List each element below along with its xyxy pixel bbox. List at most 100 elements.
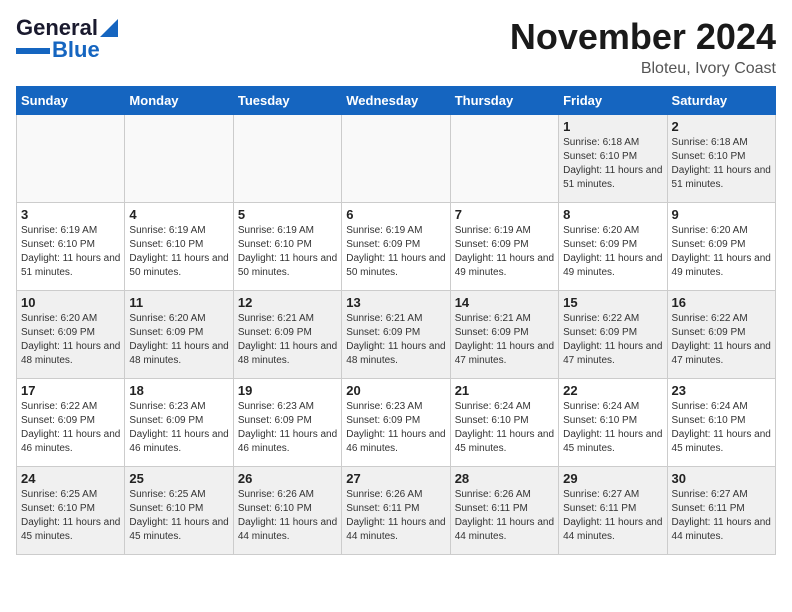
logo-blue-bar xyxy=(16,48,50,54)
header: General Blue November 2024 Bloteu, Ivory… xyxy=(16,16,776,78)
calendar-week-row: 24 Sunrise: 6:25 AM Sunset: 6:10 PM Dayli… xyxy=(17,467,776,555)
table-row: 19 Sunrise: 6:23 AM Sunset: 6:09 PM Dayli… xyxy=(233,379,341,467)
day-number: 22 xyxy=(563,383,662,398)
day-info: Sunrise: 6:19 AM Sunset: 6:10 PM Dayligh… xyxy=(21,224,120,280)
day-info: Sunrise: 6:24 AM Sunset: 6:10 PM Dayligh… xyxy=(672,400,771,456)
header-friday: Friday xyxy=(559,87,667,115)
table-row: 3Sunrise: 6:19 AM Sunset: 6:10 PM Daylig… xyxy=(17,203,125,291)
day-info: Sunrise: 6:23 AM Sunset: 6:09 PM Dayligh… xyxy=(129,400,228,456)
day-number: 19 xyxy=(238,383,337,398)
table-row: 15Sunrise: 6:22 AM Sunset: 6:09 PM Dayli… xyxy=(559,291,667,379)
table-row: 8 Sunrise: 6:20 AM Sunset: 6:09 PM Daylig… xyxy=(559,203,667,291)
day-info: Sunrise: 6:18 AM Sunset: 6:10 PM Dayligh… xyxy=(672,136,771,192)
day-info: Sunrise: 6:27 AM Sunset: 6:11 PM Dayligh… xyxy=(672,488,771,544)
day-number: 24 xyxy=(21,471,120,486)
calendar-title: November 2024 xyxy=(510,16,776,58)
day-number: 27 xyxy=(346,471,445,486)
day-info: Sunrise: 6:19 AM Sunset: 6:10 PM Dayligh… xyxy=(129,224,228,280)
table-row: 4Sunrise: 6:19 AM Sunset: 6:10 PM Daylig… xyxy=(125,203,233,291)
day-number: 9 xyxy=(672,207,771,222)
day-info: Sunrise: 6:26 AM Sunset: 6:10 PM Dayligh… xyxy=(238,488,337,544)
day-info: Sunrise: 6:19 AM Sunset: 6:09 PM Dayligh… xyxy=(346,224,445,280)
day-number: 20 xyxy=(346,383,445,398)
logo: General Blue xyxy=(16,16,118,62)
day-info: Sunrise: 6:20 AM Sunset: 6:09 PM Dayligh… xyxy=(21,312,120,368)
calendar-week-row: 3Sunrise: 6:19 AM Sunset: 6:10 PM Daylig… xyxy=(17,203,776,291)
header-wednesday: Wednesday xyxy=(342,87,450,115)
day-info: Sunrise: 6:23 AM Sunset: 6:09 PM Dayligh… xyxy=(238,400,337,456)
day-info: Sunrise: 6:20 AM Sunset: 6:09 PM Dayligh… xyxy=(129,312,228,368)
table-row xyxy=(450,115,558,203)
table-row: 11Sunrise: 6:20 AM Sunset: 6:09 PM Dayli… xyxy=(125,291,233,379)
day-info: Sunrise: 6:26 AM Sunset: 6:11 PM Dayligh… xyxy=(346,488,445,544)
title-area: November 2024 Bloteu, Ivory Coast xyxy=(510,16,776,78)
day-number: 10 xyxy=(21,295,120,310)
day-info: Sunrise: 6:25 AM Sunset: 6:10 PM Dayligh… xyxy=(21,488,120,544)
table-row: 18Sunrise: 6:23 AM Sunset: 6:09 PM Dayli… xyxy=(125,379,233,467)
table-row xyxy=(342,115,450,203)
table-row: 25 Sunrise: 6:25 AM Sunset: 6:10 PM Dayli… xyxy=(125,467,233,555)
day-info: Sunrise: 6:25 AM Sunset: 6:10 PM Dayligh… xyxy=(129,488,228,544)
table-row: 20Sunrise: 6:23 AM Sunset: 6:09 PM Dayli… xyxy=(342,379,450,467)
day-info: Sunrise: 6:24 AM Sunset: 6:10 PM Dayligh… xyxy=(563,400,662,456)
table-row: 5 Sunrise: 6:19 AM Sunset: 6:10 PM Daylig… xyxy=(233,203,341,291)
day-number: 17 xyxy=(21,383,120,398)
day-number: 14 xyxy=(455,295,554,310)
day-number: 26 xyxy=(238,471,337,486)
calendar-week-row: 10 Sunrise: 6:20 AM Sunset: 6:09 PM Dayli… xyxy=(17,291,776,379)
table-row: 10 Sunrise: 6:20 AM Sunset: 6:09 PM Dayli… xyxy=(17,291,125,379)
logo-arrow-icon xyxy=(100,15,118,37)
header-saturday: Saturday xyxy=(667,87,775,115)
day-number: 25 xyxy=(129,471,228,486)
table-row: 14 Sunrise: 6:21 AM Sunset: 6:09 PM Dayli… xyxy=(450,291,558,379)
table-row: 1 Sunrise: 6:18 AM Sunset: 6:10 PM Daylig… xyxy=(559,115,667,203)
day-info: Sunrise: 6:27 AM Sunset: 6:11 PM Dayligh… xyxy=(563,488,662,544)
day-number: 16 xyxy=(672,295,771,310)
day-info: Sunrise: 6:20 AM Sunset: 6:09 PM Dayligh… xyxy=(563,224,662,280)
day-info: Sunrise: 6:24 AM Sunset: 6:10 PM Dayligh… xyxy=(455,400,554,456)
day-number: 2 xyxy=(672,119,771,134)
weekday-header-row: Sunday Monday Tuesday Wednesday Thursday… xyxy=(17,87,776,115)
table-row xyxy=(233,115,341,203)
table-row: 6 Sunrise: 6:19 AM Sunset: 6:09 PM Daylig… xyxy=(342,203,450,291)
table-row: 12Sunrise: 6:21 AM Sunset: 6:09 PM Dayli… xyxy=(233,291,341,379)
header-sunday: Sunday xyxy=(17,87,125,115)
header-tuesday: Tuesday xyxy=(233,87,341,115)
table-row xyxy=(125,115,233,203)
table-row: 21 Sunrise: 6:24 AM Sunset: 6:10 PM Dayli… xyxy=(450,379,558,467)
day-number: 6 xyxy=(346,207,445,222)
day-info: Sunrise: 6:21 AM Sunset: 6:09 PM Dayligh… xyxy=(346,312,445,368)
day-number: 28 xyxy=(455,471,554,486)
day-number: 23 xyxy=(672,383,771,398)
day-number: 5 xyxy=(238,207,337,222)
day-info: Sunrise: 6:21 AM Sunset: 6:09 PM Dayligh… xyxy=(238,312,337,368)
table-row: 13 Sunrise: 6:21 AM Sunset: 6:09 PM Dayli… xyxy=(342,291,450,379)
table-row xyxy=(17,115,125,203)
calendar-week-row: 17Sunrise: 6:22 AM Sunset: 6:09 PM Dayli… xyxy=(17,379,776,467)
day-number: 1 xyxy=(563,119,662,134)
day-info: Sunrise: 6:19 AM Sunset: 6:10 PM Dayligh… xyxy=(238,224,337,280)
day-number: 8 xyxy=(563,207,662,222)
header-monday: Monday xyxy=(125,87,233,115)
day-info: Sunrise: 6:19 AM Sunset: 6:09 PM Dayligh… xyxy=(455,224,554,280)
day-number: 13 xyxy=(346,295,445,310)
calendar-location: Bloteu, Ivory Coast xyxy=(510,60,776,78)
day-info: Sunrise: 6:20 AM Sunset: 6:09 PM Dayligh… xyxy=(672,224,771,280)
table-row: 7Sunrise: 6:19 AM Sunset: 6:09 PM Daylig… xyxy=(450,203,558,291)
table-row: 16Sunrise: 6:22 AM Sunset: 6:09 PM Dayli… xyxy=(667,291,775,379)
calendar-table: Sunday Monday Tuesday Wednesday Thursday… xyxy=(16,86,776,555)
day-info: Sunrise: 6:18 AM Sunset: 6:10 PM Dayligh… xyxy=(563,136,662,192)
day-info: Sunrise: 6:26 AM Sunset: 6:11 PM Dayligh… xyxy=(455,488,554,544)
table-row: 17Sunrise: 6:22 AM Sunset: 6:09 PM Dayli… xyxy=(17,379,125,467)
day-number: 30 xyxy=(672,471,771,486)
table-row: 22 Sunrise: 6:24 AM Sunset: 6:10 PM Dayli… xyxy=(559,379,667,467)
table-row: 29Sunrise: 6:27 AM Sunset: 6:11 PM Dayli… xyxy=(559,467,667,555)
table-row: 26 Sunrise: 6:26 AM Sunset: 6:10 PM Dayli… xyxy=(233,467,341,555)
table-row: 30 Sunrise: 6:27 AM Sunset: 6:11 PM Dayli… xyxy=(667,467,775,555)
day-number: 15 xyxy=(563,295,662,310)
table-row: 27 Sunrise: 6:26 AM Sunset: 6:11 PM Dayli… xyxy=(342,467,450,555)
day-number: 21 xyxy=(455,383,554,398)
header-thursday: Thursday xyxy=(450,87,558,115)
table-row: 24 Sunrise: 6:25 AM Sunset: 6:10 PM Dayli… xyxy=(17,467,125,555)
day-info: Sunrise: 6:21 AM Sunset: 6:09 PM Dayligh… xyxy=(455,312,554,368)
